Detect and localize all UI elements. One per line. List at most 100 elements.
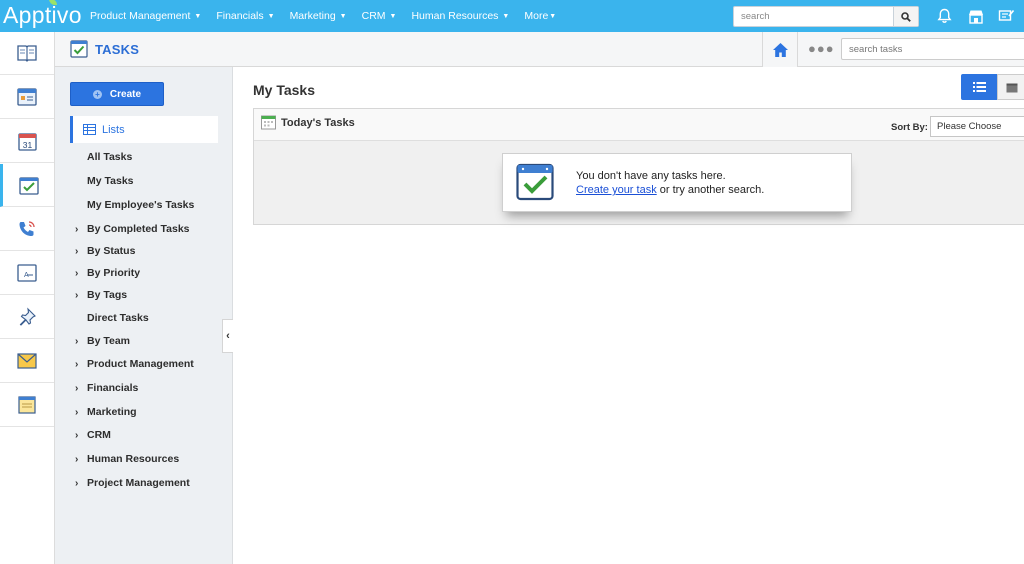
chevron-right-icon: › xyxy=(75,290,79,301)
chevron-right-icon: › xyxy=(75,336,79,347)
chevron-right-icon: › xyxy=(75,407,79,418)
main-nav: Product Management ▼ Financials ▼ Marketin… xyxy=(90,0,571,32)
side-item-label: Financials xyxy=(87,382,139,394)
nav-human-resources[interactable]: Human Resources ▼ xyxy=(411,10,509,22)
pushpin-icon xyxy=(19,307,36,326)
side-item-label: By Completed Tasks xyxy=(87,223,190,235)
side-item-all-tasks[interactable]: All Tasks xyxy=(75,151,132,163)
main-title: My Tasks xyxy=(253,82,315,98)
side-item-product-management[interactable]: › Product Management xyxy=(75,358,194,370)
side-item-crm[interactable]: › CRM xyxy=(75,429,111,441)
store-icon[interactable] xyxy=(967,7,985,25)
side-item-marketing[interactable]: › Marketing xyxy=(75,406,137,418)
rail-calls[interactable] xyxy=(0,208,54,251)
side-item-by-tags[interactable]: › By Tags xyxy=(75,289,127,301)
home-icon xyxy=(772,42,788,57)
side-item-label: Marketing xyxy=(87,406,137,418)
top-nav-bar: Apptivo Product Management ▼ Financials ▼ … xyxy=(0,0,1024,32)
apptivo-logo[interactable]: Apptivo xyxy=(3,0,82,29)
side-item-project-management[interactable]: › Project Management xyxy=(75,477,190,489)
lists-header[interactable]: Lists xyxy=(70,116,218,143)
chat-edit-icon[interactable] xyxy=(997,7,1015,25)
chevron-right-icon: › xyxy=(75,224,79,235)
svg-text:31: 31 xyxy=(22,140,32,150)
rail-documents[interactable]: A xyxy=(0,252,54,295)
chevron-right-icon: › xyxy=(75,454,79,465)
calendar-today-icon xyxy=(261,115,276,135)
tasks-side-panel: + Create Lists All Tasks My Tasks My Emp… xyxy=(55,67,233,564)
panel-header: Today's Tasks Sort By: Please Choose xyxy=(254,109,1024,141)
document-card-icon: A xyxy=(17,264,37,282)
empty-action-line: Create your task or try another search. xyxy=(576,184,764,196)
side-item-financials[interactable]: › Financials xyxy=(75,382,138,394)
create-task-link[interactable]: Create your task xyxy=(576,184,657,196)
nav-marketing[interactable]: Marketing ▼ xyxy=(290,10,347,22)
side-item-by-status[interactable]: › By Status xyxy=(75,245,135,257)
chevron-right-icon: › xyxy=(75,359,79,370)
phone-call-icon xyxy=(19,221,35,236)
sticky-note-icon xyxy=(18,396,36,414)
rail-email[interactable] xyxy=(0,340,54,383)
nav-more[interactable]: More▼ xyxy=(524,10,556,22)
notifications-bell-icon[interactable] xyxy=(935,7,953,25)
side-item-label: My Employee's Tasks xyxy=(87,199,195,211)
empty-state-card: You don't have any tasks here. Create yo… xyxy=(502,153,852,212)
nav-label: Product Management xyxy=(90,10,191,22)
side-item-by-priority[interactable]: › By Priority xyxy=(75,267,140,279)
side-item-by-completed-tasks[interactable]: › By Completed Tasks xyxy=(75,223,190,235)
home-button[interactable] xyxy=(762,32,798,67)
nav-label: Human Resources xyxy=(411,10,499,22)
lists-label: Lists xyxy=(102,123,125,136)
tasks-app-icon xyxy=(70,40,88,63)
app-header: TASKS ●●● xyxy=(55,32,1024,67)
rail-notes[interactable] xyxy=(0,384,54,427)
list-view-icon xyxy=(972,82,986,92)
empty-rest-text: or try another search. xyxy=(656,184,765,196)
caret-down-icon: ▼ xyxy=(194,13,202,20)
panel-title: Today's Tasks xyxy=(281,117,355,129)
side-item-label: By Tags xyxy=(87,289,128,301)
chevron-right-icon: › xyxy=(75,478,79,489)
side-item-my-employees-tasks[interactable]: My Employee's Tasks xyxy=(75,199,194,211)
nav-label: Financials xyxy=(216,10,264,22)
calendar-view-button[interactable] xyxy=(997,74,1024,100)
tasks-check-icon xyxy=(18,176,39,195)
caret-down-icon: ▼ xyxy=(549,13,557,20)
chevron-right-icon: › xyxy=(75,246,79,257)
search-button[interactable] xyxy=(893,7,918,26)
rail-notebook[interactable] xyxy=(0,32,54,75)
plus-icon: + xyxy=(92,89,102,99)
more-options-icon[interactable]: ●●● xyxy=(808,41,835,56)
side-item-my-tasks[interactable]: My Tasks xyxy=(75,175,134,187)
side-item-human-resources[interactable]: › Human Resources xyxy=(75,453,179,465)
global-search-input[interactable] xyxy=(734,7,894,26)
side-item-label: Direct Tasks xyxy=(87,312,149,324)
rail-contacts-card[interactable] xyxy=(0,76,54,119)
task-search-input[interactable] xyxy=(841,38,1024,60)
caret-down-icon: ▼ xyxy=(267,13,275,20)
side-item-label: My Tasks xyxy=(87,175,134,187)
nav-label: More xyxy=(524,10,549,22)
list-view-button[interactable] xyxy=(961,74,997,100)
nav-crm[interactable]: CRM ▼ xyxy=(362,10,397,22)
logo-text: Apptivo xyxy=(3,2,82,28)
page-title: TASKS xyxy=(95,42,140,57)
rail-pins[interactable] xyxy=(0,296,54,339)
side-item-by-team[interactable]: › By Team xyxy=(75,335,130,347)
create-task-button[interactable]: + Create xyxy=(70,82,164,106)
side-item-label: All Tasks xyxy=(87,151,133,163)
side-item-direct-tasks[interactable]: Direct Tasks xyxy=(75,312,149,324)
nav-product-management[interactable]: Product Management ▼ xyxy=(90,10,201,22)
side-item-label: Product Management xyxy=(87,358,194,370)
caret-down-icon: ▼ xyxy=(502,13,510,20)
collapse-panel-toggle[interactable]: ‹ xyxy=(222,319,233,353)
sort-by-select[interactable]: Please Choose xyxy=(930,116,1024,137)
nav-financials[interactable]: Financials ▼ xyxy=(216,10,274,22)
nav-label: CRM xyxy=(361,10,386,22)
envelope-icon xyxy=(17,353,37,369)
rail-calendar[interactable]: 31 xyxy=(0,120,54,163)
side-item-label: CRM xyxy=(87,429,111,441)
nav-label: Marketing xyxy=(289,10,336,22)
rail-tasks[interactable] xyxy=(0,164,54,207)
app-icon-rail: 31 A xyxy=(0,32,55,564)
